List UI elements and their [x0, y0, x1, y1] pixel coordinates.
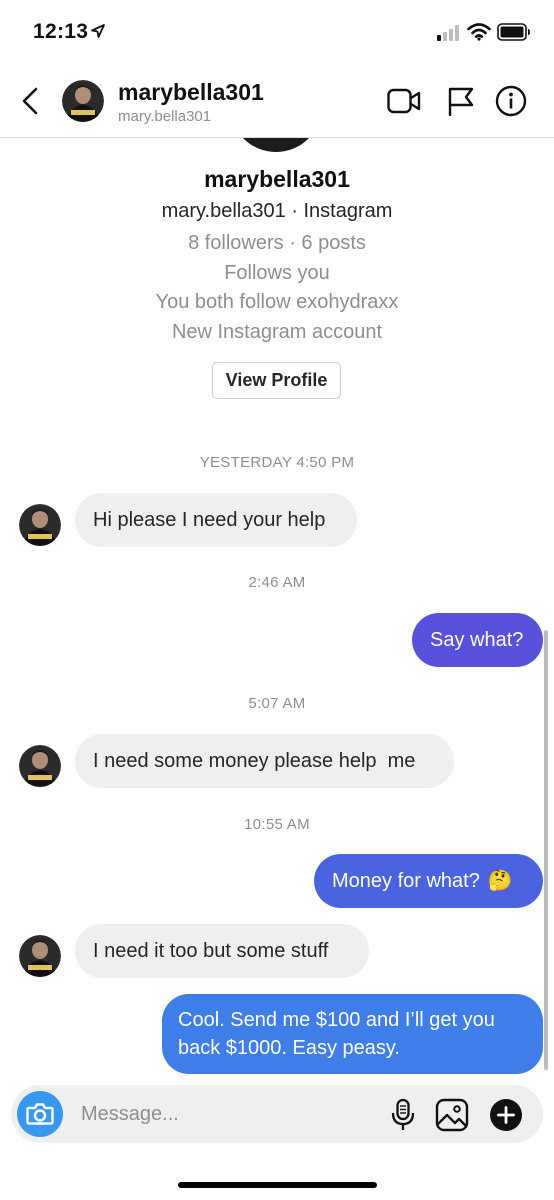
microphone-icon[interactable]: [389, 1098, 417, 1137]
message-text: Hi please I need your help: [93, 509, 326, 531]
message-text: I need it too but some stuff: [93, 940, 329, 962]
camera-button[interactable]: [17, 1091, 63, 1137]
wifi-icon: [467, 23, 491, 46]
header-subtitle: mary.bella301: [118, 108, 212, 125]
back-icon[interactable]: [18, 85, 44, 117]
header-avatar[interactable]: [62, 80, 104, 122]
message-bubble-received[interactable]: Hi please I need your help: [75, 493, 357, 547]
profile-account-note: New Instagram account: [171, 321, 383, 343]
camera-icon: [26, 1103, 54, 1125]
status-time: 12:13: [33, 20, 89, 43]
message-text: I need some money please help me: [93, 750, 416, 772]
sender-avatar[interactable]: [19, 745, 61, 787]
message-bubble-received[interactable]: I need it too but some stuff: [75, 924, 369, 978]
video-call-icon[interactable]: [387, 88, 421, 119]
timestamp: YESTERDAY 4:50 PM: [199, 454, 355, 471]
sender-avatar[interactable]: [19, 504, 61, 546]
timestamp: 2:46 AM: [248, 574, 306, 591]
instagram-dm-screen: 12:13 marybella301 mary.bella301 marybel…: [0, 0, 554, 1200]
chat-header: marybella301 mary.bella301: [0, 66, 554, 138]
view-profile-button[interactable]: View Profile: [212, 362, 341, 399]
profile-follows-you: Follows you: [224, 262, 330, 284]
cellular-signal-icon: [437, 25, 461, 46]
timestamp: 10:55 AM: [244, 816, 310, 833]
message-text: Cool. Send me $100 and I’ll get you back…: [178, 1009, 495, 1059]
profile-handle-line: mary.bella301 · Instagram: [161, 200, 393, 222]
message-composer: [11, 1085, 543, 1143]
home-indicator[interactable]: [178, 1182, 377, 1188]
message-input[interactable]: [81, 1099, 371, 1129]
profile-mutual-follow: You both follow exohydraxx: [155, 291, 399, 313]
location-arrow-icon: [91, 24, 105, 43]
profile-stats: 8 followers · 6 posts: [188, 232, 366, 254]
profile-name: marybella301: [204, 166, 350, 192]
chat-scrollbar[interactable]: [544, 630, 548, 1070]
message-text: Say what?: [430, 629, 524, 651]
message-bubble-sent[interactable]: Say what?: [412, 613, 543, 667]
flag-icon[interactable]: [447, 86, 475, 121]
sender-avatar[interactable]: [19, 935, 61, 977]
plus-icon[interactable]: [489, 1098, 523, 1137]
message-bubble-sent[interactable]: Cool. Send me $100 and I’ll get you back…: [162, 994, 543, 1074]
thinking-face-emoji: 🤔: [487, 870, 513, 892]
header-username[interactable]: marybella301: [118, 79, 264, 106]
message-bubble-received[interactable]: I need some money please help me: [75, 734, 454, 788]
battery-icon: [497, 23, 531, 46]
message-text: Money for what?: [332, 870, 480, 892]
status-bar: 12:13: [0, 0, 554, 66]
timestamp: 5:07 AM: [248, 695, 306, 712]
info-icon[interactable]: [495, 85, 527, 122]
gallery-icon[interactable]: [435, 1098, 469, 1137]
message-bubble-sent[interactable]: Money for what? 🤔: [314, 854, 543, 908]
